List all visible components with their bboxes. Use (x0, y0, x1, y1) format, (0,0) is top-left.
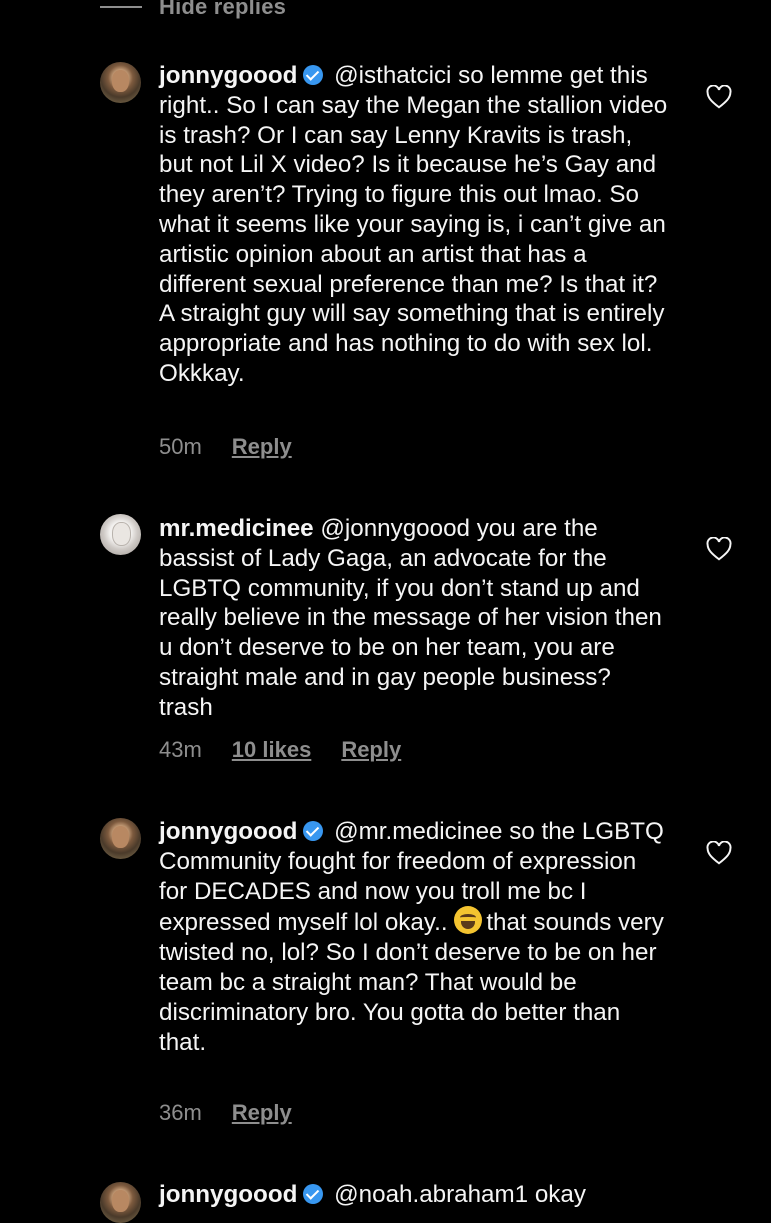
comment-body: jonnygoood @isthatcici so lemme get this… (159, 61, 669, 389)
comment-meta: 36m Reply (159, 1100, 292, 1126)
timestamp: 50m (159, 434, 202, 459)
hide-replies-label: Hide replies (159, 0, 287, 19)
avatar[interactable] (100, 818, 141, 859)
comment-text: @jonnygoood you are the bassist of Lady … (159, 515, 662, 721)
comment-body: jonnygoood @mr.medicinee so the LGBTQ Co… (159, 817, 669, 1057)
comment-text: @noah.abraham1 okay (334, 1181, 586, 1208)
hide-replies-toggle[interactable]: Hide replies (100, 0, 286, 22)
divider-line (100, 6, 142, 8)
username[interactable]: jonnygoood (159, 1181, 297, 1208)
reply-button[interactable]: Reply (232, 1100, 292, 1126)
username[interactable]: mr.medicinee (159, 515, 314, 542)
reply-button[interactable]: Reply (232, 434, 292, 460)
comment-meta: 50m Reply (159, 434, 292, 460)
comment-body: jonnygoood @noah.abraham1 okay (159, 1180, 669, 1210)
timestamp: 36m (159, 1100, 202, 1125)
heart-icon[interactable] (706, 537, 732, 561)
verified-badge-icon (303, 65, 324, 85)
comment-body: mr.medicinee @jonnygoood you are the bas… (159, 514, 669, 723)
reply-button[interactable]: Reply (341, 737, 401, 763)
avatar[interactable] (100, 514, 141, 555)
username[interactable]: jonnygoood (159, 818, 297, 845)
comment-meta: 43m 10 likes Reply (159, 737, 401, 763)
likes-count[interactable]: 10 likes (232, 737, 312, 763)
comment-text: @isthatcici so lemme get this right.. So… (159, 62, 668, 387)
avatar[interactable] (100, 62, 141, 103)
heart-icon[interactable] (706, 841, 732, 865)
avatar[interactable] (100, 1182, 141, 1223)
verified-badge-icon (303, 1184, 324, 1204)
username[interactable]: jonnygoood (159, 62, 297, 89)
timestamp: 43m (159, 737, 202, 762)
heart-icon[interactable] (706, 85, 732, 109)
verified-badge-icon (303, 821, 324, 841)
face-with-tears-of-joy-icon (454, 906, 483, 935)
